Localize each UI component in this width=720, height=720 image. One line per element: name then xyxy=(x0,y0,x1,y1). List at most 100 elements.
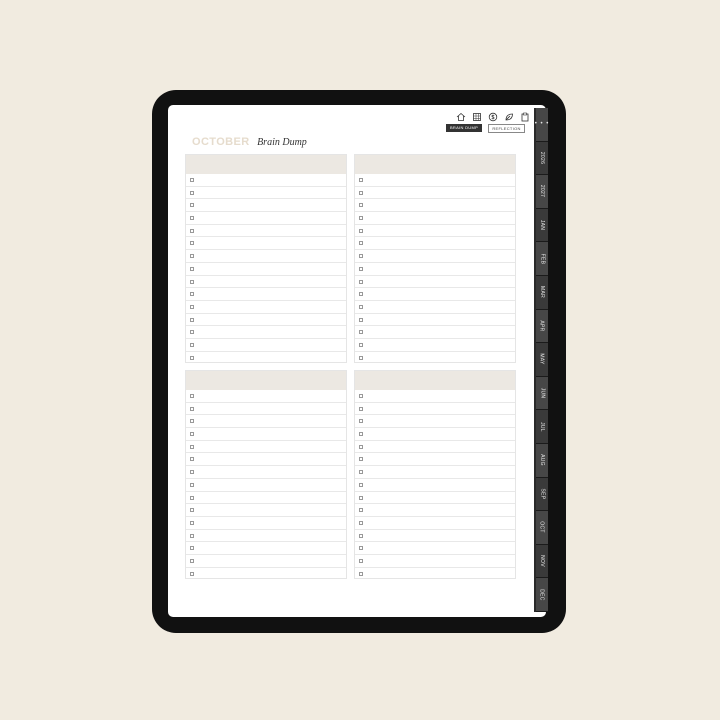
list-item[interactable] xyxy=(355,492,515,505)
checkbox[interactable] xyxy=(190,317,194,322)
list-item[interactable] xyxy=(186,530,346,543)
list-item[interactable] xyxy=(355,314,515,327)
tab-nov[interactable]: NOV xyxy=(536,544,548,579)
list-item[interactable] xyxy=(186,466,346,479)
home-icon[interactable] xyxy=(454,110,467,123)
leaf-icon[interactable] xyxy=(502,110,515,123)
list-item[interactable] xyxy=(355,352,515,365)
list-item[interactable] xyxy=(186,453,346,467)
list-item[interactable] xyxy=(355,504,515,517)
checkbox[interactable] xyxy=(359,482,363,487)
list-item[interactable] xyxy=(186,504,346,517)
checkbox[interactable] xyxy=(359,178,363,182)
clipboard-icon[interactable] xyxy=(518,110,531,123)
checkbox[interactable] xyxy=(190,355,194,360)
list-item[interactable] xyxy=(355,555,515,568)
checkbox[interactable] xyxy=(190,254,194,259)
checkbox[interactable] xyxy=(359,241,363,246)
tab-jul[interactable]: JUL xyxy=(536,410,548,444)
dollar-icon[interactable] xyxy=(486,110,499,123)
checkbox[interactable] xyxy=(190,266,194,271)
tab-may[interactable]: MAY xyxy=(536,343,548,377)
tab-feb[interactable]: FEB xyxy=(536,242,548,276)
list-item[interactable] xyxy=(355,453,515,467)
checkbox[interactable] xyxy=(359,317,363,322)
checkbox[interactable] xyxy=(190,330,194,335)
checkbox[interactable] xyxy=(190,482,194,487)
list-item[interactable] xyxy=(355,288,515,301)
list-item[interactable] xyxy=(355,568,515,581)
list-item[interactable] xyxy=(186,390,346,403)
list-item[interactable] xyxy=(355,225,515,238)
list-item[interactable] xyxy=(186,301,346,314)
list-item[interactable] xyxy=(186,263,346,276)
calendar-grid-icon[interactable] xyxy=(470,110,483,123)
list-item[interactable] xyxy=(355,250,515,263)
list-item[interactable] xyxy=(355,517,515,530)
checkbox[interactable] xyxy=(190,292,194,297)
list-item[interactable] xyxy=(186,568,346,581)
list-item[interactable] xyxy=(186,542,346,555)
checkbox[interactable] xyxy=(190,241,194,246)
list-item[interactable] xyxy=(355,199,515,213)
more-tabs-button[interactable]: • • • xyxy=(535,108,548,142)
checkbox[interactable] xyxy=(190,571,194,576)
list-item[interactable] xyxy=(186,441,346,454)
panel-header[interactable] xyxy=(355,155,515,174)
tab-jun[interactable]: JUN xyxy=(536,376,548,411)
list-item[interactable] xyxy=(186,517,346,530)
list-item[interactable] xyxy=(355,390,515,403)
checkbox[interactable] xyxy=(190,520,194,525)
list-item[interactable] xyxy=(355,415,515,429)
list-item[interactable] xyxy=(186,326,346,339)
checkbox[interactable] xyxy=(190,558,194,563)
tab-oct[interactable]: OCT xyxy=(536,511,548,545)
list-item[interactable] xyxy=(186,212,346,225)
list-item[interactable] xyxy=(355,263,515,276)
checkbox[interactable] xyxy=(359,342,363,347)
checkbox[interactable] xyxy=(359,558,363,563)
checkbox[interactable] xyxy=(359,304,363,309)
list-item[interactable] xyxy=(355,403,515,416)
checkbox[interactable] xyxy=(359,406,363,411)
checkbox[interactable] xyxy=(359,495,363,500)
checkbox[interactable] xyxy=(359,266,363,271)
tab-apr[interactable]: APR xyxy=(536,309,548,344)
list-item[interactable] xyxy=(355,237,515,251)
checkbox[interactable] xyxy=(190,419,194,424)
checkbox[interactable] xyxy=(359,279,363,284)
checkbox[interactable] xyxy=(190,406,194,411)
list-item[interactable] xyxy=(355,542,515,555)
tab-aug[interactable]: AUG xyxy=(536,443,548,478)
list-item[interactable] xyxy=(355,174,515,187)
list-item[interactable] xyxy=(186,225,346,238)
tab-mar[interactable]: MAR xyxy=(536,275,548,310)
checkbox[interactable] xyxy=(190,178,194,182)
tab-sep[interactable]: SEP xyxy=(536,477,548,512)
list-item[interactable] xyxy=(355,441,515,454)
checkbox[interactable] xyxy=(190,432,194,437)
checkbox[interactable] xyxy=(359,470,363,475)
list-item[interactable] xyxy=(186,403,346,416)
checkbox[interactable] xyxy=(359,216,363,221)
checkbox[interactable] xyxy=(359,533,363,538)
list-item[interactable] xyxy=(186,428,346,441)
checkbox[interactable] xyxy=(359,254,363,259)
reflection-button[interactable]: REFLECTION xyxy=(488,124,525,133)
checkbox[interactable] xyxy=(359,444,363,449)
checkbox[interactable] xyxy=(359,457,363,462)
checkbox[interactable] xyxy=(359,355,363,360)
checkbox[interactable] xyxy=(190,216,194,221)
list-item[interactable] xyxy=(186,237,346,251)
list-item[interactable] xyxy=(355,301,515,314)
checkbox[interactable] xyxy=(359,432,363,437)
checkbox[interactable] xyxy=(190,470,194,475)
list-item[interactable] xyxy=(186,314,346,327)
list-item[interactable] xyxy=(186,492,346,505)
checkbox[interactable] xyxy=(190,203,194,208)
list-item[interactable] xyxy=(355,276,515,289)
checkbox[interactable] xyxy=(359,571,363,576)
brain-dump-button[interactable]: BRAIN DUMP xyxy=(446,124,482,132)
list-item[interactable] xyxy=(186,352,346,365)
checkbox[interactable] xyxy=(359,520,363,525)
